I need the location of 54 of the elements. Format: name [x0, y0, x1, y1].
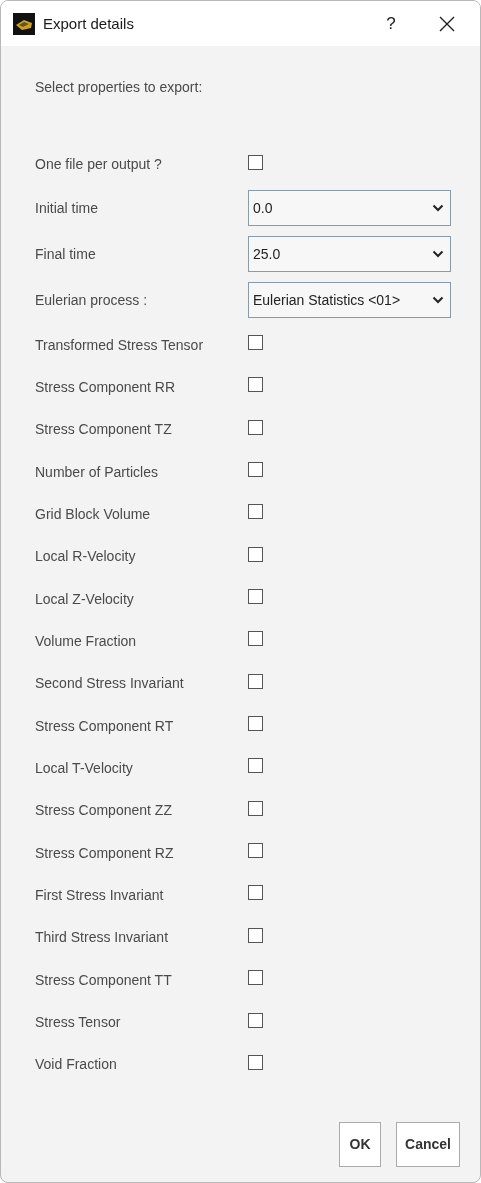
field-label: Local Z-Velocity	[35, 590, 135, 607]
field-label: Stress Component RR	[35, 378, 177, 395]
instruction-text: Select properties to export:	[35, 79, 204, 97]
field-label: Grid Block Volume	[35, 505, 152, 522]
dropdown[interactable]: 25.0	[248, 236, 451, 273]
checkbox[interactable]	[248, 927, 263, 943]
field-label: Stress Component RT	[35, 717, 175, 734]
chevron-down-icon	[432, 296, 444, 305]
cancel-button[interactable]: Cancel	[396, 1121, 460, 1167]
chevron-down-icon	[432, 204, 444, 213]
field-label: Transformed Stress Tensor	[35, 336, 205, 353]
field-label: One file per output ?	[35, 156, 163, 173]
dropdown[interactable]: Eulerian Statistics <01>	[248, 282, 451, 319]
field-label: Number of Particles	[35, 463, 159, 480]
field-label: Volume Fraction	[35, 632, 138, 649]
ok-button[interactable]: OK	[339, 1121, 382, 1167]
chevron-down-icon	[432, 250, 444, 259]
checkbox[interactable]	[248, 335, 263, 350]
help-button[interactable]: ?	[381, 13, 401, 34]
field-label: Second Stress Invariant	[35, 675, 185, 692]
field-label: Third Stress Invariant	[35, 929, 170, 946]
field-label: First Stress Invariant	[35, 887, 165, 903]
checkbox[interactable]	[248, 885, 263, 901]
checkbox[interactable]	[248, 589, 263, 605]
field-label: Stress Component TZ	[35, 421, 173, 438]
window-title: Export details	[43, 15, 135, 32]
checkbox[interactable]	[248, 843, 263, 859]
field-label: Void Fraction	[35, 1056, 118, 1073]
dropdown[interactable]: 0.0	[248, 190, 451, 227]
field-label: Eulerian process :	[35, 292, 149, 309]
field-label: Initial time	[35, 200, 100, 217]
checkbox[interactable]	[248, 377, 263, 393]
field-label: Local R-Velocity	[35, 548, 137, 565]
checkbox[interactable]	[248, 800, 263, 816]
field-label: Local T-Velocity	[35, 759, 134, 776]
app-icon	[13, 12, 35, 35]
checkbox[interactable]	[248, 673, 263, 689]
field-label: Stress Tensor	[35, 1014, 122, 1030]
field-label: Stress Component TT	[35, 971, 173, 988]
field-label: Stress Component RZ	[35, 844, 175, 861]
checkbox[interactable]	[248, 154, 263, 170]
field-label: Stress Component ZZ	[35, 802, 173, 819]
checkbox[interactable]	[248, 970, 263, 986]
checkbox[interactable]	[248, 1054, 263, 1070]
checkbox[interactable]	[248, 546, 263, 562]
checkbox[interactable]	[248, 716, 263, 732]
checkbox[interactable]	[248, 1012, 263, 1028]
field-label: Final time	[35, 246, 97, 263]
checkbox[interactable]	[248, 504, 263, 520]
close-icon[interactable]	[439, 15, 455, 32]
checkbox[interactable]	[248, 462, 263, 478]
checkbox[interactable]	[248, 631, 263, 647]
checkbox[interactable]	[248, 419, 263, 435]
checkbox[interactable]	[248, 758, 263, 774]
